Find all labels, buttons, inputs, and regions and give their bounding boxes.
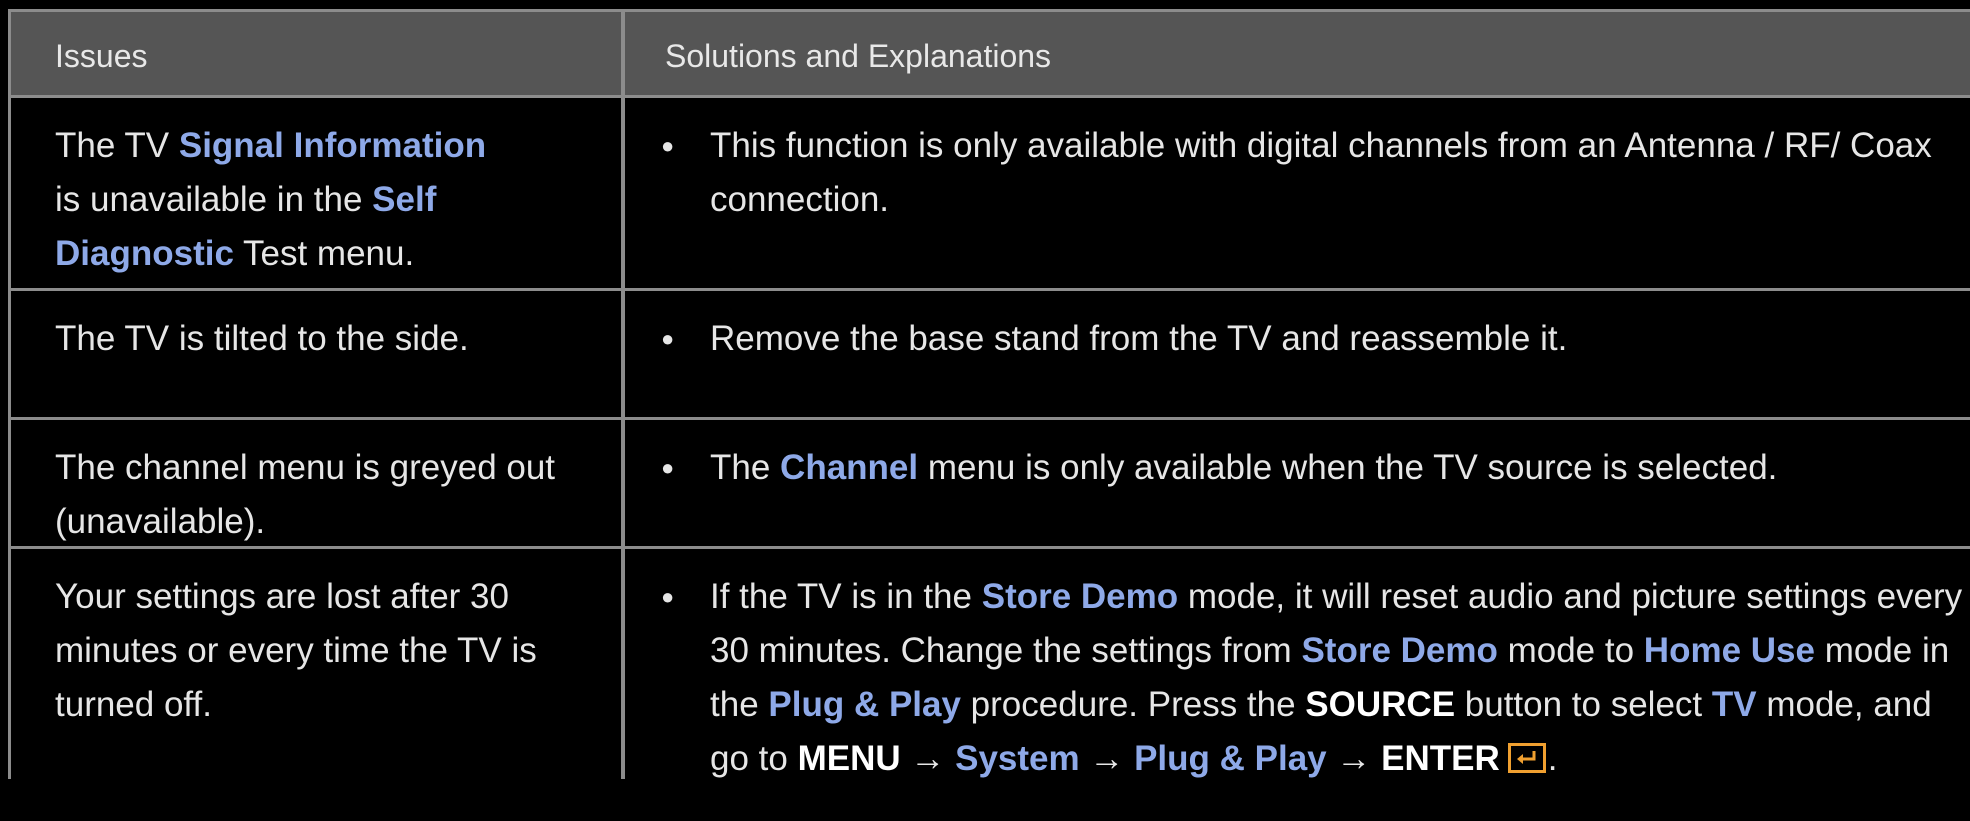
plug-and-play-term: Plug & Play xyxy=(1134,739,1327,778)
store-demo-term: Store Demo xyxy=(1301,631,1498,670)
solution-cell: ● Remove the base stand from the TV and … xyxy=(625,291,1970,417)
issue-cell: The TV Signal Information is unavailable… xyxy=(11,98,625,288)
solution-text: If the TV is in the Store Demo mode, it … xyxy=(710,577,1963,778)
tv-term: TV xyxy=(1711,685,1757,724)
source-key-term: SOURCE xyxy=(1305,685,1456,724)
solution-cell: ● The Channel menu is only available whe… xyxy=(625,420,1970,546)
bullet-icon: ● xyxy=(661,455,675,480)
home-use-term: Home Use xyxy=(1643,631,1815,670)
bullet-icon: ● xyxy=(661,133,675,158)
plug-and-play-term: Plug & Play xyxy=(768,685,961,724)
store-demo-term: Store Demo xyxy=(981,577,1179,616)
enter-key-icon xyxy=(1507,743,1546,773)
solution-cell: ● This function is only available with d… xyxy=(625,98,1970,288)
bullet-icon: ● xyxy=(661,584,675,609)
issue-cell: The channel menu is greyed out (unavaila… xyxy=(11,420,625,546)
header-issues: Issues xyxy=(11,12,625,95)
solution-cell: ● If the TV is in the Store Demo mode, i… xyxy=(625,549,1970,779)
header-solutions: Solutions and Explanations xyxy=(665,38,1052,74)
menu-key-term: MENU xyxy=(797,739,901,778)
table-row: The TV Signal Information is unavailable… xyxy=(11,98,1970,291)
bullet-icon: ● xyxy=(661,326,675,351)
solution-text: The Channel menu is only available when … xyxy=(710,448,1778,487)
table-row: The TV is tilted to the side. ● Remove t… xyxy=(11,291,1970,420)
table-header-row: Issues Solutions and Explanations xyxy=(11,9,1970,98)
table-row: The channel menu is greyed out (unavaila… xyxy=(11,420,1970,549)
solution-text: Remove the base stand from the TV and re… xyxy=(710,319,1568,358)
channel-term: Channel xyxy=(780,448,919,487)
system-term: System xyxy=(955,739,1080,778)
signal-information-term: Signal Information xyxy=(178,126,487,165)
enter-key-term: ENTER xyxy=(1381,739,1500,778)
issue-cell: Your settings are lost after 30 minutes … xyxy=(11,549,625,779)
solution-text: This function is only available with dig… xyxy=(710,126,1932,219)
issue-cell: The TV is tilted to the side. xyxy=(11,291,625,417)
troubleshooting-table: Issues Solutions and Explanations The TV… xyxy=(8,9,1970,779)
table-row: Your settings are lost after 30 minutes … xyxy=(11,549,1970,779)
